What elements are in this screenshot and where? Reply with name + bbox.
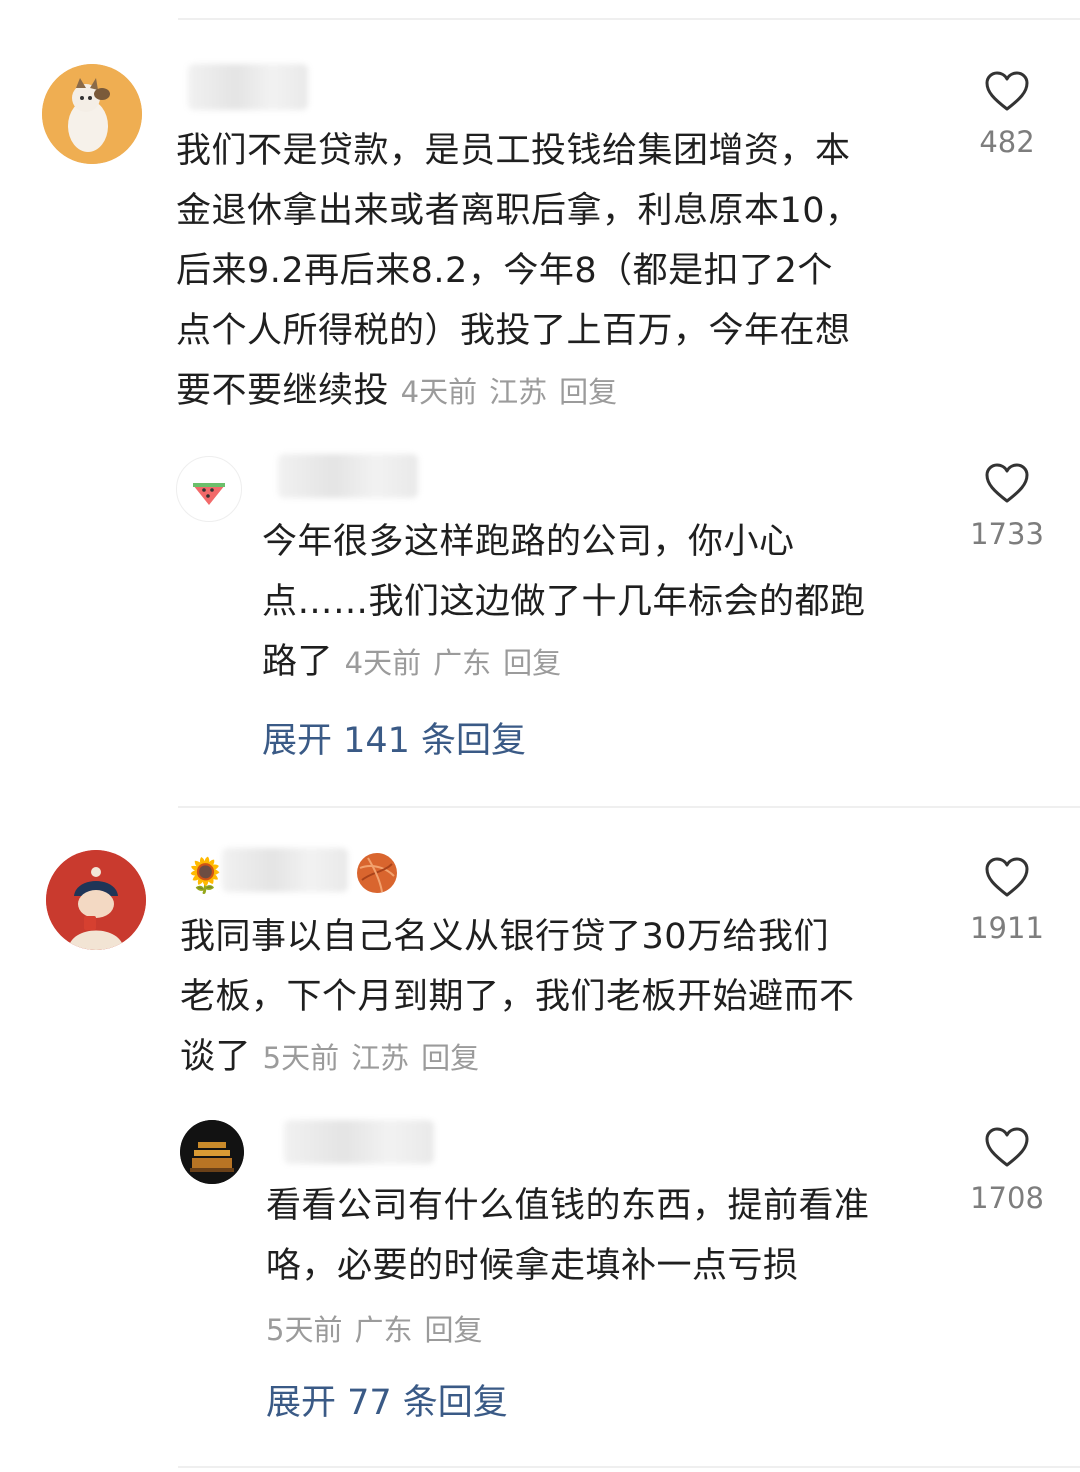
reply-time: 4天前 xyxy=(344,646,422,680)
reply-reply-button[interactable]: 回复 xyxy=(424,1313,482,1347)
expand-replies-link[interactable]: 展开 141 条回复 xyxy=(262,716,526,766)
reply-reply-button[interactable]: 回复 xyxy=(503,646,561,680)
avatar[interactable] xyxy=(42,64,142,164)
reply-like-button[interactable]: 1733 xyxy=(962,462,1052,554)
reply-meta: 5天前 广东 回复 xyxy=(266,1308,494,1352)
comment-meta: 5天前 江苏 回复 xyxy=(263,1041,491,1075)
reply-like-count: 1708 xyxy=(970,1181,1044,1215)
heart-outline-icon xyxy=(985,463,1029,503)
reply-button[interactable]: 回复 xyxy=(559,375,617,409)
reply-location: 广东 xyxy=(354,1313,413,1347)
comment-text: 我们不是贷款，是员工投钱给集团增资，本 金退休拿出来或者离职后拿，利息原本10，… xyxy=(176,131,861,411)
reply-button[interactable]: 回复 xyxy=(421,1041,479,1075)
comment-time: 4天前 xyxy=(400,375,478,409)
reply-username-redacted xyxy=(284,1120,434,1164)
reply-username-redacted xyxy=(278,454,418,498)
like-button[interactable]: 482 xyxy=(962,70,1052,162)
username-redacted xyxy=(188,64,308,110)
comment-location: 江苏 xyxy=(489,375,548,409)
heart-outline-icon xyxy=(985,857,1029,897)
expand-replies-link[interactable]: 展开 77 条回复 xyxy=(266,1378,508,1428)
sunflower-icon: 🌻 xyxy=(184,856,227,896)
comment-meta: 4天前 江苏 回复 xyxy=(401,375,629,409)
yarn-ball-icon xyxy=(354,850,400,896)
comment-location: 江苏 xyxy=(351,1041,410,1075)
like-button[interactable]: 1911 xyxy=(962,856,1052,948)
reply-location: 广东 xyxy=(433,646,492,680)
heart-outline-icon xyxy=(985,1127,1029,1167)
reply-like-count: 1733 xyxy=(970,517,1044,551)
reply-time: 5天前 xyxy=(266,1313,343,1347)
reply-text: 看看公司有什么值钱的东西，提前看准 咯，必要的时候拿走填补一点亏损 xyxy=(266,1186,870,1286)
watermelon-icon xyxy=(193,483,225,505)
heart-outline-icon xyxy=(985,71,1029,111)
like-count: 482 xyxy=(979,125,1035,159)
like-count: 1911 xyxy=(970,911,1044,945)
reply-text: 今年很多这样跑路的公司，你小心 点……我们这边做了十几年标会的都跑 路了 4天前… xyxy=(262,522,866,682)
username-redacted xyxy=(222,848,348,892)
divider-bottom xyxy=(178,1466,1080,1468)
divider xyxy=(178,806,1080,808)
comment-text: 我同事以自己名义从银行贷了30万给我们 老板，下个月到期了，我们老板开始避而不 … xyxy=(180,917,855,1077)
reply-like-button[interactable]: 1708 xyxy=(962,1126,1052,1218)
divider-top xyxy=(178,18,1080,20)
comment-time: 5天前 xyxy=(262,1041,340,1075)
avatar[interactable] xyxy=(46,850,146,950)
reply-avatar[interactable] xyxy=(180,1120,244,1184)
reply-avatar[interactable] xyxy=(176,456,242,522)
reply-meta: 4天前 广东 回复 xyxy=(345,646,573,680)
